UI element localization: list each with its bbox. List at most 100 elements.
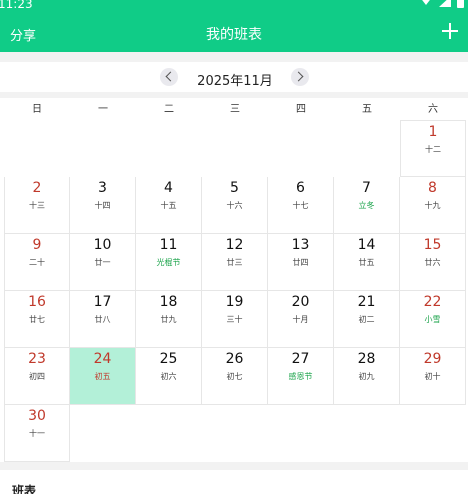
- day-cell[interactable]: 13 廿四: [268, 234, 334, 291]
- day-cell[interactable]: 22 小雪: [400, 291, 466, 348]
- day-cell[interactable]: 16 廿七: [4, 291, 70, 348]
- day-cell[interactable]: 26 初七: [202, 348, 268, 405]
- day-cell[interactable]: 5 十六: [202, 177, 268, 234]
- day-cell-today[interactable]: 24 初五: [70, 348, 136, 405]
- day-number: 6: [296, 180, 305, 196]
- lunar-date: 十六: [226, 201, 243, 210]
- day-number: 16: [28, 294, 46, 310]
- weekday-label: 五: [362, 104, 372, 115]
- day-number: 9: [32, 237, 42, 253]
- day-cell[interactable]: 1 十二: [400, 120, 466, 177]
- signal-icon: [439, 0, 451, 7]
- day-cell[interactable]: 15 廿六: [400, 234, 466, 291]
- day-number: 1: [428, 124, 438, 140]
- lunar-date: 初四: [29, 372, 45, 381]
- day-number: 21: [357, 294, 376, 310]
- next-month-button[interactable]: [291, 68, 309, 86]
- day-cell[interactable]: 11 光棍节: [136, 234, 202, 291]
- lunar-date: 初九: [358, 372, 375, 381]
- lunar-date: 廿五: [358, 258, 375, 267]
- lunar-date: 初六: [160, 372, 177, 381]
- day-cell[interactable]: 30 十一: [4, 405, 70, 462]
- lunar-date: 廿一: [94, 258, 111, 267]
- day-cell[interactable]: 28 初九: [334, 348, 400, 405]
- day-number: 27: [291, 351, 310, 367]
- day-number: 13: [291, 237, 310, 253]
- schedule-title: 班表: [12, 484, 37, 494]
- festival-label: 小雪: [424, 315, 441, 324]
- lunar-date: 廿三: [226, 258, 243, 267]
- festival-label: 感恩节: [288, 372, 313, 381]
- top-app-bar: 11:23 分享 我的班表: [0, 0, 468, 52]
- day-number: 7: [362, 180, 371, 196]
- day-number: 5: [230, 180, 239, 196]
- day-cell[interactable]: 9 二十: [4, 234, 70, 291]
- lunar-date: 十一: [29, 429, 45, 438]
- battery-icon: [457, 0, 464, 8]
- day-cell[interactable]: 29 初十: [400, 348, 466, 405]
- lunar-date: 初七: [226, 372, 243, 381]
- lunar-date: 二十: [29, 258, 45, 267]
- day-number: 10: [93, 237, 112, 253]
- prev-month-button[interactable]: [160, 68, 178, 86]
- status-icons: [419, 0, 464, 8]
- day-number: 20: [291, 294, 310, 310]
- day-cell[interactable]: 8 十九: [400, 177, 466, 234]
- day-number: 23: [28, 351, 46, 367]
- day-cell[interactable]: 10 廿一: [70, 234, 136, 291]
- lunar-date: 十二: [425, 145, 441, 154]
- lunar-date: 廿九: [160, 315, 177, 324]
- weekday-label: 三: [230, 104, 240, 115]
- day-number: 11: [159, 237, 178, 253]
- festival-label: 立冬: [358, 201, 375, 210]
- day-cell[interactable]: 19 三十: [202, 291, 268, 348]
- lunar-date: 初二: [358, 315, 375, 324]
- chevron-right-icon: [293, 71, 304, 82]
- day-cell[interactable]: 6 十七: [268, 177, 334, 234]
- weekday-label: 日: [32, 104, 42, 115]
- day-number: 4: [164, 180, 173, 196]
- day-number: 12: [225, 237, 244, 253]
- day-number: 2: [32, 180, 42, 196]
- lunar-date: 三十: [226, 315, 243, 324]
- lunar-date: 初十: [424, 372, 441, 381]
- weekday-label: 一: [98, 104, 108, 115]
- day-number: 17: [93, 294, 112, 310]
- lunar-date: 廿六: [424, 258, 441, 267]
- status-time: 11:23: [0, 0, 33, 11]
- day-number: 24: [93, 351, 112, 367]
- festival-label: 光棍节: [156, 258, 181, 267]
- weekday-header: 日一二三四五六: [4, 100, 466, 120]
- lunar-date: 廿七: [29, 315, 45, 324]
- day-number: 29: [423, 351, 442, 367]
- day-number: 15: [423, 237, 442, 253]
- page-title: 我的班表: [206, 27, 262, 43]
- lunar-date: 廿八: [94, 315, 111, 324]
- day-cell[interactable]: 3 十四: [70, 177, 136, 234]
- day-cell[interactable]: 23 初四: [4, 348, 70, 405]
- day-cell[interactable]: 14 廿五: [334, 234, 400, 291]
- day-cell[interactable]: 7 立冬: [334, 177, 400, 234]
- day-number: 19: [225, 294, 244, 310]
- day-cell[interactable]: 21 初二: [334, 291, 400, 348]
- day-cell[interactable]: 20 十月: [268, 291, 334, 348]
- day-number: 18: [159, 294, 178, 310]
- day-cell[interactable]: 18 廿九: [136, 291, 202, 348]
- day-cell[interactable]: 27 感恩节: [268, 348, 334, 405]
- day-cell[interactable]: 25 初六: [136, 348, 202, 405]
- lunar-date: 十九: [424, 201, 441, 210]
- weekday-label: 二: [164, 104, 174, 115]
- lunar-date: 十四: [94, 201, 111, 210]
- day-cell[interactable]: 17 廿八: [70, 291, 136, 348]
- day-number: 26: [225, 351, 244, 367]
- day-cell[interactable]: 12 廿三: [202, 234, 268, 291]
- add-icon[interactable]: [442, 23, 458, 39]
- lunar-date: 十三: [29, 201, 45, 210]
- day-number: 8: [428, 180, 437, 196]
- day-cell[interactable]: 4 十五: [136, 177, 202, 234]
- day-number: 28: [357, 351, 376, 367]
- day-number: 22: [423, 294, 442, 310]
- lunar-date: 十五: [160, 201, 177, 210]
- day-number: 30: [28, 408, 46, 424]
- day-cell[interactable]: 2 十三: [4, 177, 70, 234]
